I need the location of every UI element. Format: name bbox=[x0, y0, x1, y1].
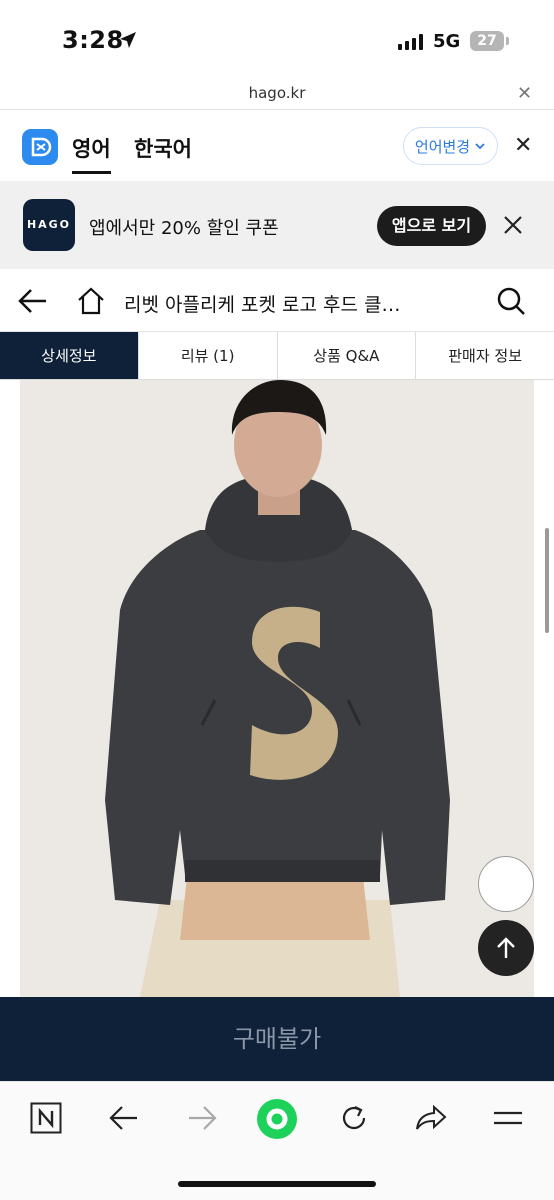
location-arrow-icon bbox=[120, 32, 136, 48]
url-bar[interactable]: hago.kr ✕ bbox=[0, 80, 554, 110]
translate-logo-icon bbox=[22, 129, 58, 165]
open-app-button[interactable]: 앱으로 보기 bbox=[377, 206, 486, 246]
language-change-button[interactable]: 언어변경 bbox=[403, 127, 498, 165]
translate-bar: 영어 한국어 언어변경 ✕ bbox=[0, 111, 554, 181]
green-dot-icon[interactable] bbox=[256, 1098, 298, 1140]
page-header: 리벳 아플리케 포켓 로고 후드 클… bbox=[0, 270, 554, 332]
detail-tabs: 상세정보 리뷰 (1) 상품 Q&A 판매자 정보 bbox=[0, 332, 554, 380]
scroll-to-top-button[interactable] bbox=[478, 920, 534, 976]
forward-icon[interactable] bbox=[186, 1102, 218, 1134]
home-indicator[interactable] bbox=[178, 1181, 376, 1187]
promo-message: 앱에서만 20% 할인 쿠폰 bbox=[89, 218, 279, 239]
arrow-up-icon bbox=[497, 937, 515, 958]
app-promo-banner: HAGO 앱에서만 20% 할인 쿠폰 앱으로 보기 bbox=[0, 181, 554, 269]
refresh-icon[interactable] bbox=[338, 1102, 370, 1134]
status-bar: 3:28 5G 27 bbox=[0, 0, 554, 80]
search-icon[interactable] bbox=[496, 286, 526, 316]
naver-icon[interactable] bbox=[30, 1102, 62, 1134]
language-tab-english[interactable]: 영어 bbox=[72, 133, 111, 174]
tab-qna[interactable]: 상품 Q&A bbox=[277, 332, 417, 379]
battery-icon: 27 bbox=[470, 31, 504, 51]
home-icon[interactable] bbox=[76, 286, 106, 316]
purchase-unavailable-button[interactable]: 구매불가 bbox=[0, 997, 554, 1081]
floating-circle-button[interactable] bbox=[478, 856, 534, 912]
back-arrow-icon[interactable] bbox=[18, 287, 48, 315]
signal-icon bbox=[398, 34, 423, 50]
language-change-label: 언어변경 bbox=[414, 137, 471, 156]
close-icon[interactable]: ✕ bbox=[517, 83, 532, 104]
battery-cap bbox=[506, 37, 509, 45]
tab-reviews[interactable]: 리뷰 (1) bbox=[138, 332, 278, 379]
promo-close-icon[interactable] bbox=[502, 214, 524, 236]
back-icon[interactable] bbox=[108, 1102, 140, 1134]
tab-details[interactable]: 상세정보 bbox=[0, 332, 139, 379]
scroll-indicator[interactable] bbox=[545, 528, 549, 633]
translate-close-icon[interactable]: ✕ bbox=[514, 133, 532, 158]
product-image bbox=[20, 380, 534, 997]
network-label: 5G bbox=[433, 31, 461, 52]
hago-logo: HAGO bbox=[23, 199, 75, 251]
language-tab-korean[interactable]: 한국어 bbox=[134, 133, 192, 163]
menu-icon[interactable] bbox=[492, 1102, 524, 1134]
chevron-down-icon bbox=[475, 143, 485, 150]
tab-seller-info[interactable]: 판매자 정보 bbox=[416, 332, 554, 379]
status-time: 3:28 bbox=[62, 26, 124, 54]
share-icon[interactable] bbox=[414, 1102, 448, 1134]
page-title: 리벳 아플리케 포켓 로고 후드 클… bbox=[124, 294, 401, 316]
url-text[interactable]: hago.kr bbox=[0, 84, 554, 102]
